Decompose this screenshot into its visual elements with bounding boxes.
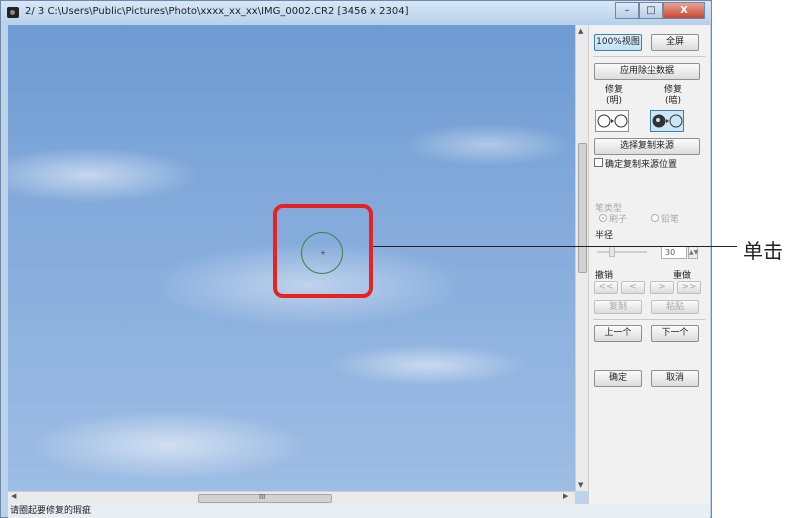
repair-dark-button[interactable] <box>650 110 684 132</box>
radius-spinner[interactable]: ▲▼ <box>688 246 698 259</box>
divider <box>593 56 705 57</box>
next-button[interactable]: 下一个 <box>651 325 699 342</box>
close-button[interactable]: X <box>663 2 705 19</box>
pencil-label: 铅笔 <box>661 215 680 225</box>
scroll-grip: III <box>259 493 266 501</box>
undo-all-button[interactable]: << <box>594 281 618 294</box>
cancel-button[interactable]: 取消 <box>651 370 699 387</box>
repair-light-label: 修复 (明) <box>604 85 623 106</box>
horizontal-scrollbar[interactable]: ◀ III ▶ <box>8 491 575 504</box>
fullscreen-button[interactable]: 全屏 <box>651 34 699 51</box>
scroll-up-icon[interactable]: ▲ <box>578 27 583 35</box>
vertical-scrollbar[interactable]: ▲ ▼ <box>575 25 588 491</box>
divider <box>593 319 705 320</box>
radius-label: 半径 <box>595 231 614 241</box>
pencil-radio[interactable] <box>651 214 659 222</box>
vertical-scroll-thumb[interactable] <box>578 143 587 273</box>
status-bar: 请圈起要修复的瑕疵 <box>8 504 710 518</box>
callout-label: 单击 <box>743 239 783 263</box>
scroll-down-icon[interactable]: ▼ <box>578 481 583 489</box>
redo-one-button[interactable]: > <box>650 281 674 294</box>
select-copy-source-button[interactable]: 选择复制来源 <box>594 138 700 155</box>
horizontal-scroll-thumb[interactable]: III <box>198 493 332 503</box>
window-controls: – □ X <box>615 2 705 20</box>
repair-dark-label: 修复 (暗) <box>663 85 682 106</box>
copy-button[interactable]: 复制 <box>594 300 642 314</box>
tool-panel: 100%视图 全屏 应用除尘数据 修复 (明) 修复 (暗) 选择复制来源 确定… <box>588 25 710 504</box>
undo-one-button[interactable]: < <box>621 281 645 294</box>
view-100-button[interactable]: 100%视图 <box>594 34 642 51</box>
highlight-box <box>273 204 373 298</box>
repair-light-button[interactable] <box>595 110 629 132</box>
ok-button[interactable]: 确定 <box>594 370 642 387</box>
brush-radio[interactable] <box>599 214 607 222</box>
radius-slider-track[interactable] <box>597 251 647 253</box>
repair-dark-icon <box>652 114 683 128</box>
radius-value-field[interactable]: 30 <box>661 246 687 259</box>
title-bar: 2/ 3 C:\Users\Public\Pictures\Photo\xxxx… <box>1 1 711 25</box>
scroll-right-icon[interactable]: ▶ <box>563 492 568 500</box>
callout-line <box>373 246 737 247</box>
undo-label: 撤销 <box>595 271 614 281</box>
maximize-button[interactable]: □ <box>639 2 663 19</box>
radius-slider-thumb[interactable] <box>609 246 615 257</box>
scroll-left-icon[interactable]: ◀ <box>11 492 16 500</box>
lock-copy-source-checkbox[interactable] <box>594 158 603 167</box>
paste-button[interactable]: 粘贴 <box>651 300 699 314</box>
window-title: 2/ 3 C:\Users\Public\Pictures\Photo\xxxx… <box>25 6 409 17</box>
brush-label: 刷子 <box>609 215 628 225</box>
lock-copy-source-label: 确定复制来源位置 <box>605 160 678 170</box>
camera-icon <box>7 7 19 18</box>
redo-all-button[interactable]: >> <box>677 281 701 294</box>
repair-light-icon <box>597 114 628 128</box>
apply-dust-data-button[interactable]: 应用除尘数据 <box>594 63 700 80</box>
minimize-button[interactable]: – <box>615 2 639 19</box>
redo-label: 重做 <box>673 271 692 281</box>
prev-button[interactable]: 上一个 <box>594 325 642 342</box>
